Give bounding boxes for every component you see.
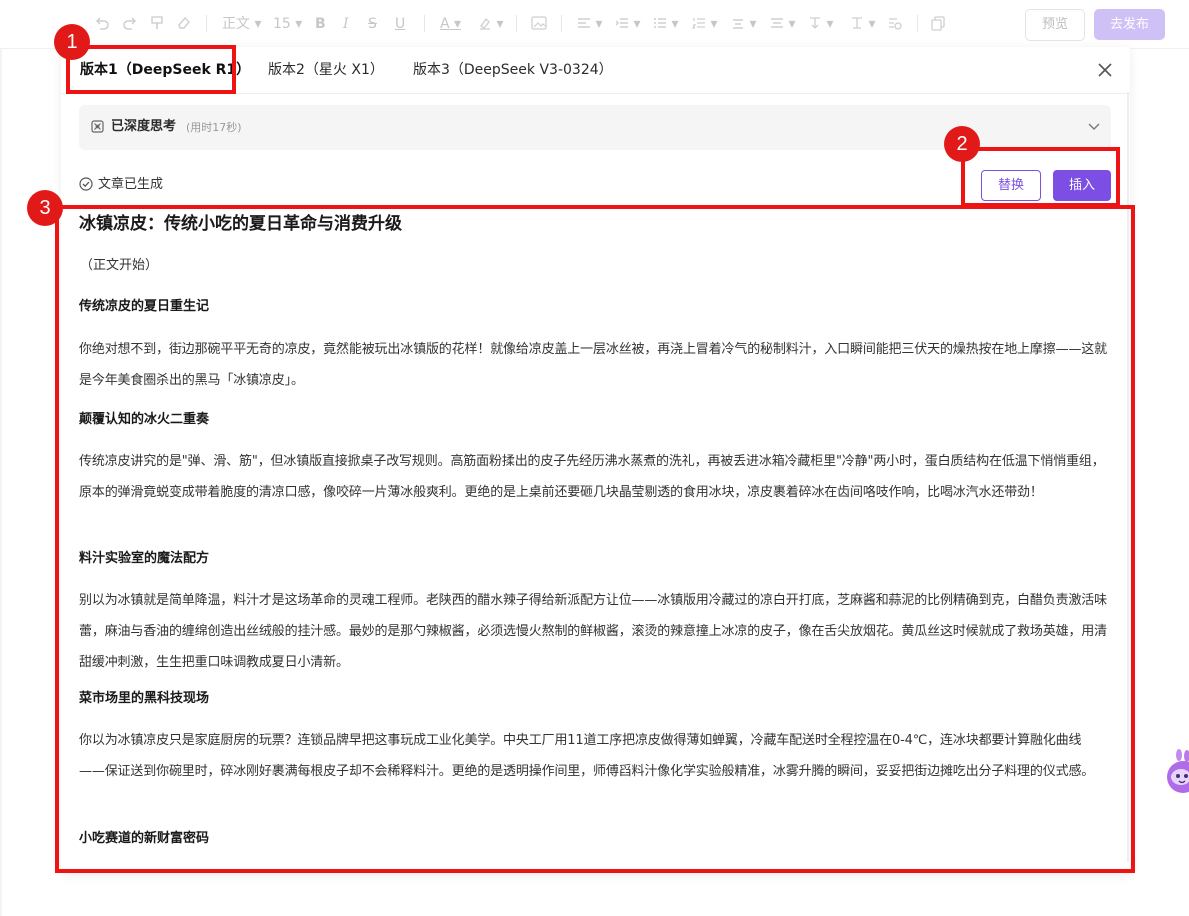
annotation-box-2 bbox=[961, 147, 1120, 207]
clear-format-select[interactable]: ▾ bbox=[850, 14, 875, 34]
annotation-badge-1: 1 bbox=[54, 24, 90, 60]
assistant-mascot-icon[interactable] bbox=[1163, 747, 1189, 797]
annotation-badge-2: 2 bbox=[944, 126, 980, 162]
annotation-badge-3: 3 bbox=[27, 190, 63, 226]
format-painter-icon[interactable] bbox=[149, 15, 165, 31]
find-icon[interactable] bbox=[888, 16, 903, 31]
indent-icon bbox=[615, 18, 628, 28]
tab-version-2[interactable]: 版本2（星火 X1） bbox=[268, 60, 384, 80]
text-direction-select[interactable]: ▾ bbox=[808, 14, 833, 34]
toolbar-divider bbox=[917, 15, 918, 32]
toolbar-divider bbox=[206, 15, 207, 32]
toolbar-divider bbox=[561, 15, 562, 32]
line-height-select[interactable]: ▾ bbox=[731, 14, 756, 34]
image-icon[interactable] bbox=[531, 16, 547, 31]
annotation-box-1 bbox=[66, 45, 236, 94]
undo-icon[interactable] bbox=[94, 15, 110, 31]
bold-button[interactable]: B bbox=[315, 14, 326, 34]
left-edge bbox=[0, 48, 2, 916]
chevron-down-icon[interactable] bbox=[1088, 122, 1100, 132]
underline-button[interactable]: U bbox=[395, 14, 405, 34]
numbered-list-icon bbox=[691, 18, 705, 29]
publish-button[interactable]: 去发布 bbox=[1094, 9, 1165, 40]
eraser-icon[interactable] bbox=[176, 15, 192, 31]
text-direction-icon bbox=[810, 17, 820, 29]
align-left-icon bbox=[578, 18, 590, 28]
highlight-color-button[interactable]: ▾ bbox=[478, 14, 503, 34]
indent-select[interactable]: ▾ bbox=[615, 14, 640, 34]
font-color-button[interactable]: A ▾ bbox=[440, 14, 461, 34]
annotation-box-3 bbox=[55, 205, 1135, 873]
toolbar-divider bbox=[424, 15, 425, 32]
highlighter-icon bbox=[480, 17, 490, 30]
paragraph-spacing-select[interactable]: ▾ bbox=[770, 14, 795, 34]
generation-status: 文章已生成 bbox=[98, 177, 164, 192]
check-circle-icon bbox=[79, 177, 93, 191]
tab-version-3[interactable]: 版本3（DeepSeek V3-0324） bbox=[413, 60, 613, 80]
clear-format-icon bbox=[852, 17, 862, 29]
bullet-list-icon bbox=[654, 18, 666, 28]
thinking-duration: (用时17秒) bbox=[186, 121, 242, 134]
italic-button[interactable]: I bbox=[343, 14, 349, 34]
numbered-list-select[interactable]: ▾ bbox=[691, 14, 717, 34]
font-size-select[interactable]: 15 ▾ bbox=[273, 14, 302, 34]
paragraph-style-select[interactable]: 正文 ▾ bbox=[222, 14, 261, 34]
bullet-list-select[interactable]: ▾ bbox=[653, 14, 678, 34]
close-icon[interactable] bbox=[1096, 61, 1114, 79]
line-height-icon bbox=[733, 19, 743, 29]
toolbar-divider bbox=[516, 15, 517, 32]
thinking-icon bbox=[91, 120, 104, 133]
align-select[interactable]: ▾ bbox=[577, 14, 602, 34]
paragraph-spacing-icon bbox=[771, 18, 783, 28]
redo-icon[interactable] bbox=[122, 15, 138, 31]
strikethrough-button[interactable]: S bbox=[368, 14, 377, 34]
editor-toolbar: 正文 ▾ 15 ▾ B I S U A ▾ ▾ ▾ ▾ ▾ ▾ ▾ ▾ ▾ ▾ … bbox=[0, 0, 1189, 49]
preview-button[interactable]: 预览 bbox=[1025, 9, 1085, 41]
copy-icon[interactable] bbox=[931, 16, 945, 31]
thinking-title: 已深度思考 bbox=[111, 119, 177, 134]
